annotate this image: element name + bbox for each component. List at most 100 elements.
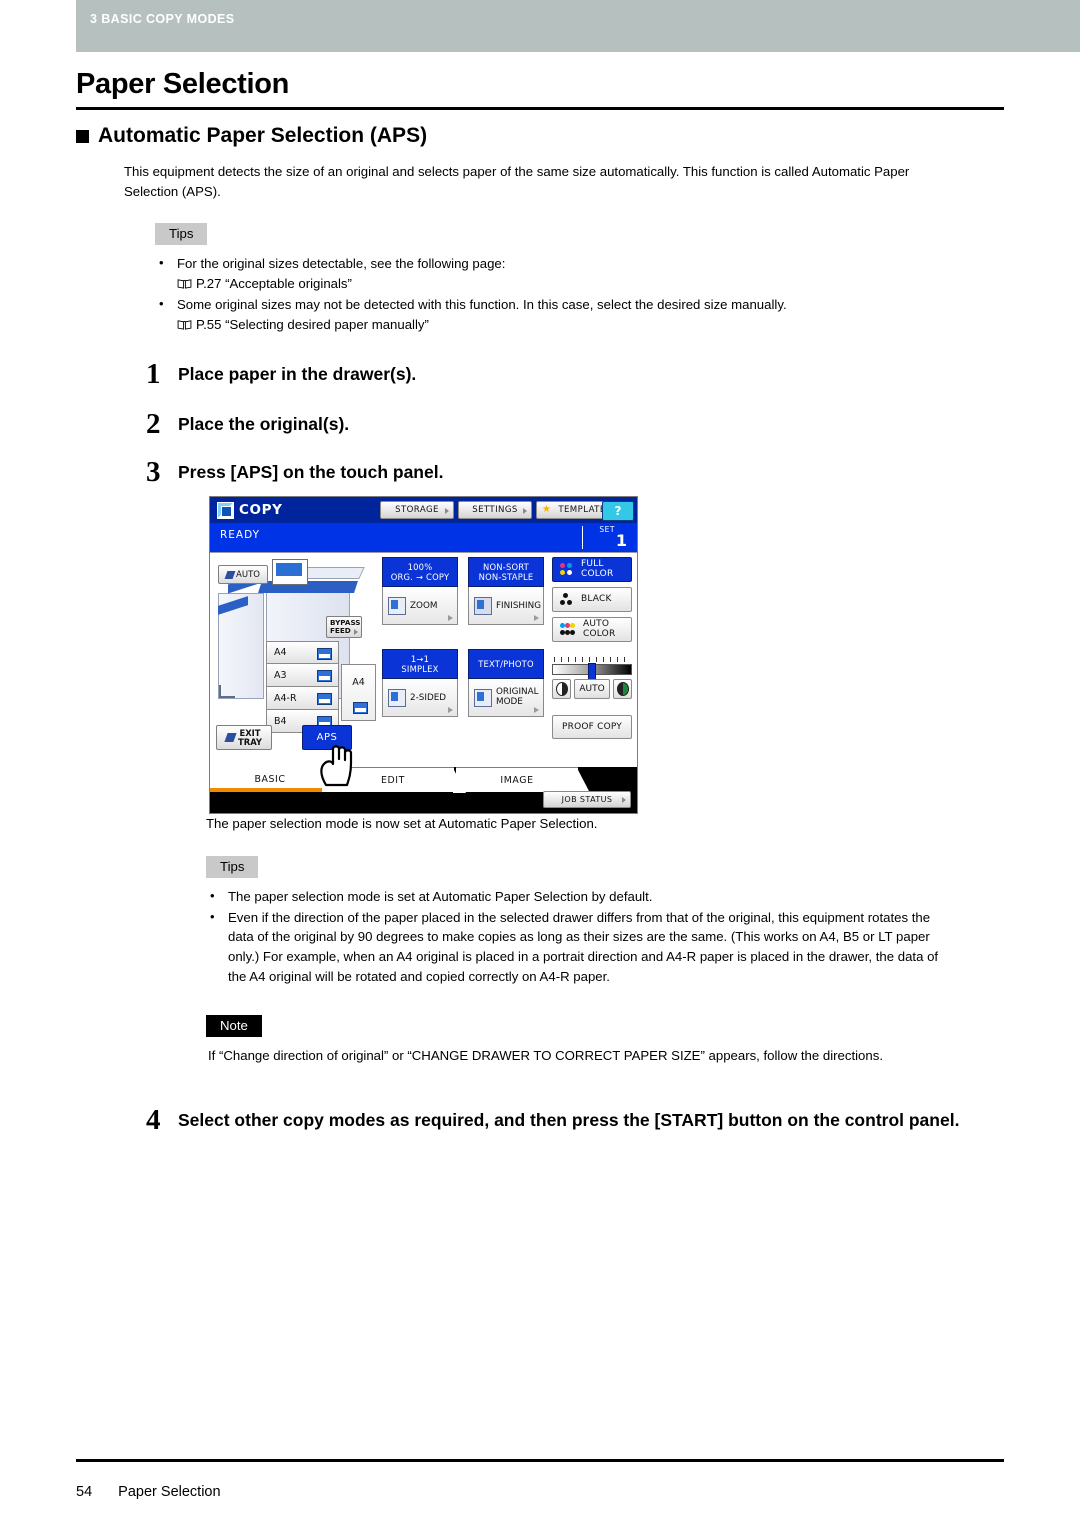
auto-color-button[interactable]: AUTO COLOR (552, 617, 632, 642)
zoom-button-group[interactable]: 100% ORG. → COPY ZOOM (382, 557, 458, 626)
list-item: Even if the direction of the paper place… (206, 907, 945, 987)
density-track[interactable] (552, 663, 632, 682)
paper-orientation-icon (353, 702, 368, 714)
two-sided-button-group[interactable]: 1→1 SIMPLEX 2-SIDED (382, 649, 458, 718)
exit-tray-button[interactable]: EXIT TRAY (216, 725, 272, 750)
chevron-right-icon (622, 797, 626, 803)
tab-image[interactable]: IMAGE (456, 767, 590, 793)
help-button[interactable]: ? (602, 501, 634, 521)
density-darker-button[interactable] (613, 679, 632, 699)
star-icon: ★ (542, 504, 552, 515)
step-3-number: 3 (146, 456, 161, 489)
full-color-button[interactable]: FULL COLOR (552, 557, 632, 582)
panel-status-bar: READY SET 1 (210, 523, 637, 552)
auto-indicator: AUTO (218, 565, 268, 584)
zoom-icon (388, 596, 406, 615)
duplex-status-line2: SIMPLEX (401, 664, 439, 675)
cross-reference-text[interactable]: P.27 “Acceptable originals” (196, 276, 352, 291)
tips-block-2: Tips The paper selection mode is set at … (206, 855, 1080, 987)
exit-tray-icon (224, 733, 237, 742)
auto-paper-icon (224, 570, 236, 579)
tab-image-label: IMAGE (500, 774, 534, 786)
storage-button[interactable]: STORAGE (380, 501, 454, 519)
step-1-text: Place paper in the drawer(s). (178, 364, 417, 385)
zoom-button-label: ZOOM (410, 600, 438, 611)
finishing-button-group[interactable]: NON-SORT NON-STAPLE FINISHING (468, 557, 544, 626)
lighter-icon (555, 682, 568, 696)
drawer-size-label: A4-R (274, 692, 297, 704)
density-slider[interactable] (552, 657, 632, 682)
zoom-button[interactable]: ZOOM (382, 587, 458, 626)
zoom-direction-label: ORG. → COPY (390, 572, 450, 583)
note-block: Note If “Change direction of original” o… (206, 1014, 1080, 1066)
proof-copy-button[interactable]: PROOF COPY (552, 715, 632, 739)
full-color-icon (560, 563, 575, 576)
status-text: READY (220, 529, 261, 541)
tab-basic[interactable]: BASIC (210, 767, 342, 792)
drawer-row-1[interactable]: A4 (266, 641, 339, 664)
zoom-ratio-value: 100% (407, 562, 433, 572)
tips-1-list: For the original sizes detectable, see t… (155, 253, 945, 335)
finishing-status-line1: NON-SORT (483, 562, 529, 572)
chevron-right-icon (354, 629, 358, 635)
drawer-size-label: A4 (274, 647, 287, 658)
pointing-hand-cursor-icon (320, 745, 353, 787)
set-label: SET (599, 525, 615, 534)
tab-slant-edge (577, 768, 590, 793)
drawer-size-label: A3 (274, 669, 287, 681)
settings-button[interactable]: SETTINGS (458, 501, 532, 519)
density-auto-button[interactable]: AUTO (574, 679, 610, 699)
step-3-text: Press [APS] on the touch panel. (178, 462, 444, 483)
tips-1-item-1-text: Some original sizes may not be detected … (177, 296, 787, 312)
full-color-label: FULL COLOR (581, 558, 614, 579)
density-controls: AUTO (552, 679, 634, 699)
list-item: Some original sizes may not be detected … (155, 294, 945, 335)
bypass-feed-button[interactable]: BYPASS FEED (326, 616, 362, 638)
density-lighter-button[interactable] (552, 679, 571, 699)
title-rule (76, 107, 1004, 110)
original-mode-button[interactable]: ORIGINAL MODE (468, 679, 544, 718)
drawer-row-2[interactable]: A3 (266, 664, 339, 687)
template-button-label: TEMPLATE (558, 505, 606, 515)
step-1: 1 Place paper in the drawer(s). (146, 358, 1080, 390)
finishing-button-label: FINISHING (496, 600, 542, 611)
job-status-label: JOB STATUS (561, 795, 613, 804)
control-panel-graphic (272, 559, 308, 585)
tips-label: Tips (206, 855, 259, 878)
tab-row: BASIC EDIT IMAGE (210, 767, 637, 793)
darker-icon (616, 682, 629, 696)
cross-reference: P.55 “Selecting desired paper manually” (177, 315, 945, 335)
set-count-value: 1 (615, 531, 627, 550)
two-sided-icon (388, 688, 406, 707)
panel-app-title: COPY (239, 502, 283, 518)
original-mode-button-group[interactable]: TEXT/PHOTO ORIGINAL MODE (468, 649, 544, 718)
black-label: BLACK (581, 593, 612, 604)
auto-indicator-label: AUTO (236, 569, 260, 580)
storage-button-label: STORAGE (395, 505, 439, 515)
note-label: Note (206, 1014, 262, 1037)
cross-reference-text[interactable]: P.55 “Selecting desired paper manually” (196, 317, 429, 332)
zoom-status: 100% ORG. → COPY (382, 557, 458, 588)
status-divider (582, 526, 583, 549)
job-status-button[interactable]: JOB STATUS (543, 791, 631, 808)
section-heading: Automatic Paper Selection (APS) (76, 124, 1080, 148)
book-icon (177, 319, 192, 330)
list-item: The paper selection mode is set at Autom… (206, 886, 945, 907)
chevron-right-icon (448, 707, 453, 714)
footer-page-number: 54 (76, 1484, 93, 1500)
auto-color-label: AUTO COLOR (583, 618, 616, 639)
two-sided-button[interactable]: 2-SIDED (382, 679, 458, 718)
step-4: 4 Select other copy modes as required, a… (146, 1104, 1080, 1136)
panel-tab-strip: BASIC EDIT IMAGE JOB STATUS (210, 767, 637, 813)
step-2-text: Place the original(s). (178, 414, 350, 435)
black-button[interactable]: BLACK (552, 587, 632, 612)
chevron-right-icon (534, 707, 539, 714)
finishing-button[interactable]: FINISHING (468, 587, 544, 626)
tips-label: Tips (155, 223, 208, 246)
drawer-row-3[interactable]: A4-R (266, 687, 339, 710)
cross-reference: P.27 “Acceptable originals” (177, 274, 945, 294)
chevron-right-icon (445, 508, 449, 514)
footer-rule (76, 1459, 1004, 1462)
finishing-status-line2: NON-STAPLE (478, 572, 534, 583)
tab-basic-label: BASIC (254, 774, 286, 785)
